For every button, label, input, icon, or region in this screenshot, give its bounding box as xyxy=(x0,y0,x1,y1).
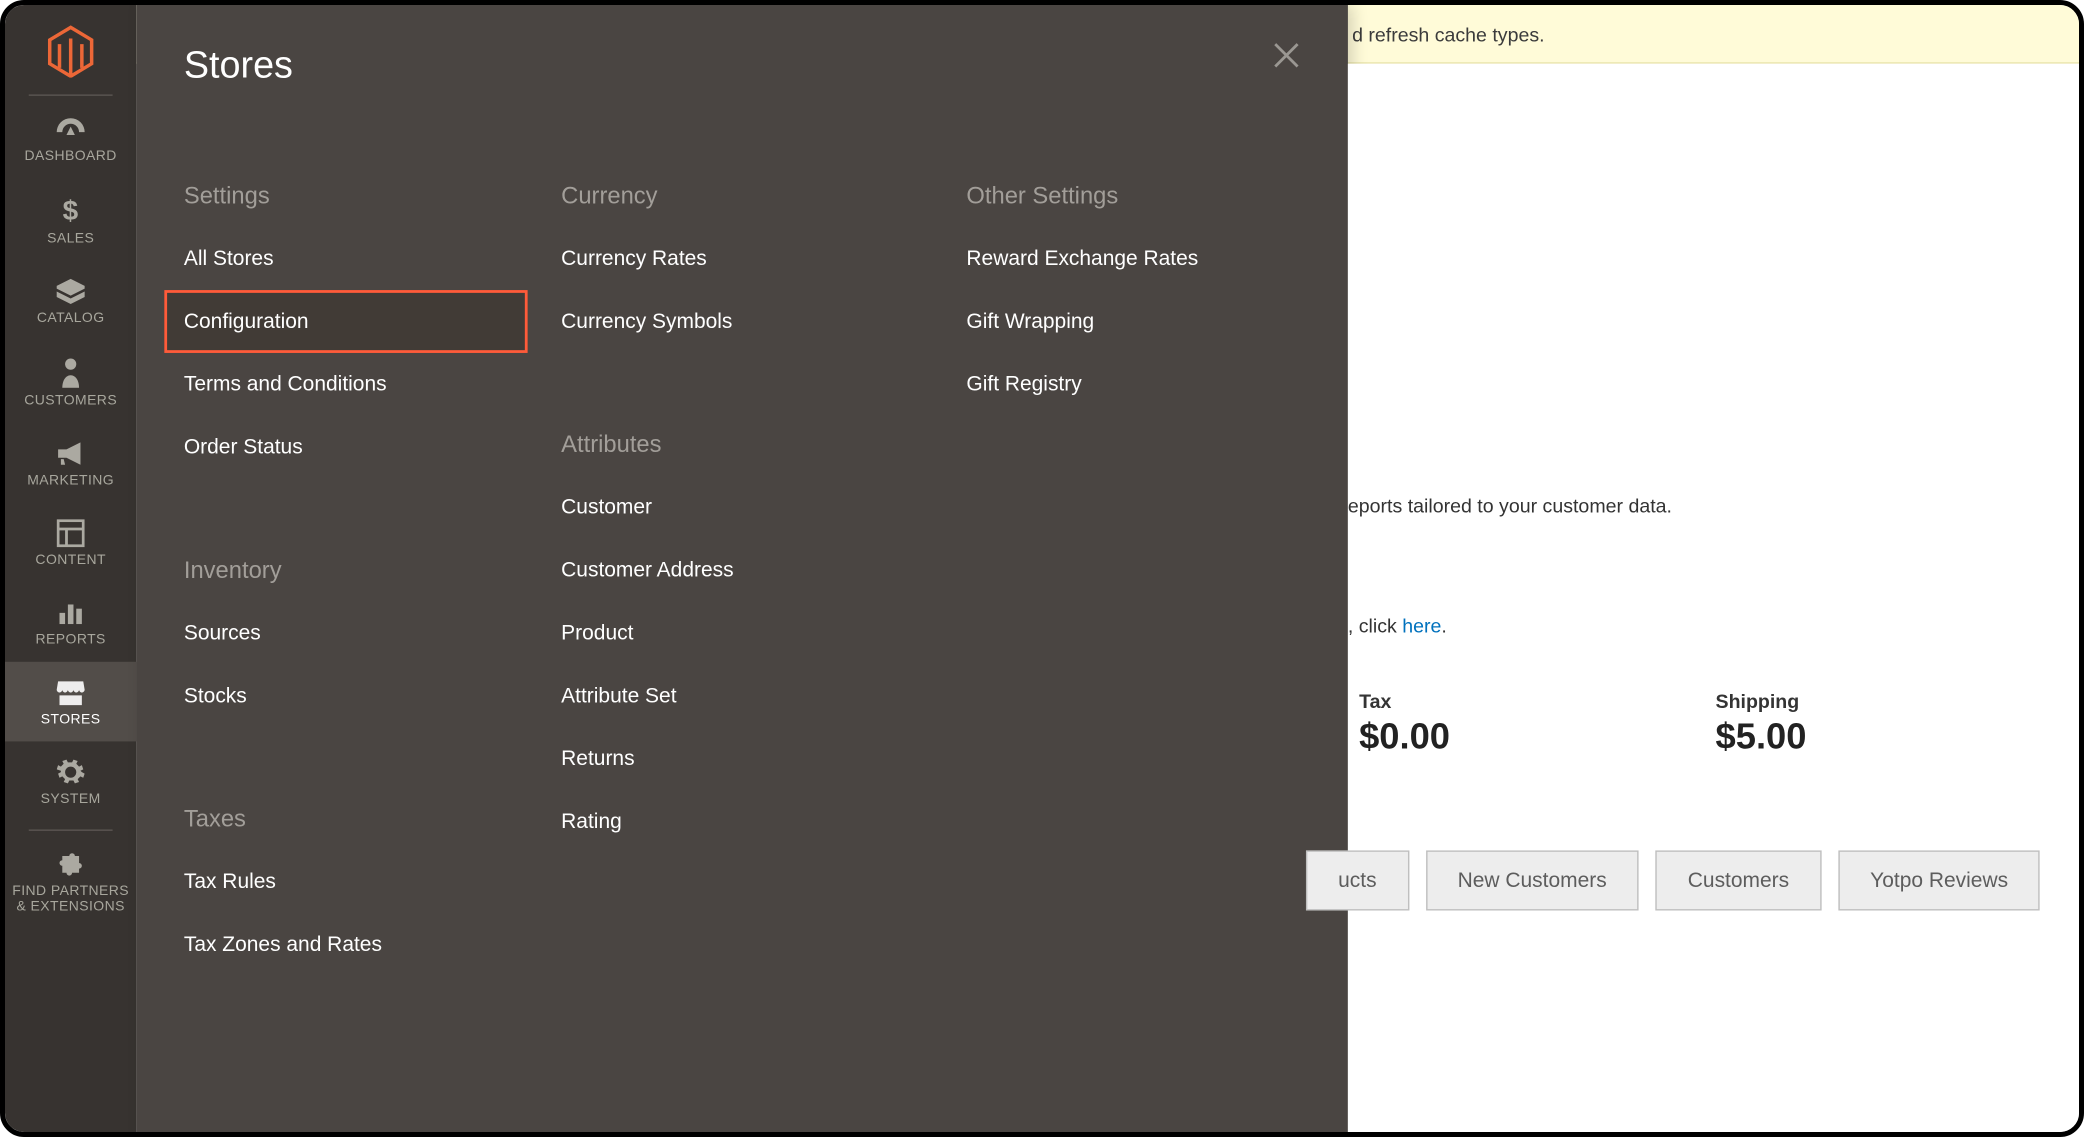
kpi-tax-value: $0.00 xyxy=(1359,712,1450,758)
menu-tax-rules[interactable]: Tax Rules xyxy=(164,850,527,913)
kpi-tax-label: Tax xyxy=(1359,690,1450,712)
flyout-title: Stores xyxy=(136,5,1348,87)
flyout-column-2: Currency Currency Rates Currency Symbols… xyxy=(542,166,947,976)
tab-customers[interactable]: Customers xyxy=(1656,850,1822,910)
here-link[interactable]: here xyxy=(1402,614,1441,636)
group-heading-taxes: Taxes xyxy=(164,789,541,850)
sidebar-item-label: SYSTEM xyxy=(41,792,101,807)
person-icon xyxy=(59,357,81,388)
sidebar-separator xyxy=(29,94,113,95)
sidebar-item-catalog[interactable]: CATALOG xyxy=(5,261,136,341)
sidebar-item-label: FIND PARTNERS & EXTENSIONS xyxy=(12,884,129,915)
menu-all-stores[interactable]: All Stores xyxy=(164,227,527,290)
close-icon xyxy=(1272,41,1300,69)
sidebar-item-customers[interactable]: CUSTOMERS xyxy=(5,340,136,422)
group-heading-inventory: Inventory xyxy=(164,540,541,601)
group-heading-attributes: Attributes xyxy=(542,414,947,475)
svg-text:$: $ xyxy=(63,195,79,226)
dollar-icon: $ xyxy=(58,195,83,226)
sidebar-item-label: CONTENT xyxy=(35,553,105,568)
menu-attr-returns[interactable]: Returns xyxy=(542,727,905,790)
click-period: . xyxy=(1441,614,1446,636)
menu-attr-customer-address[interactable]: Customer Address xyxy=(542,539,905,602)
menu-configuration[interactable]: Configuration xyxy=(164,290,527,353)
sidebar-item-system[interactable]: SYSTEM xyxy=(5,741,136,821)
menu-attr-product[interactable]: Product xyxy=(542,602,905,665)
menu-attr-customer[interactable]: Customer xyxy=(542,476,905,539)
sidebar-item-content[interactable]: CONTENT xyxy=(5,502,136,582)
group-heading-currency: Currency xyxy=(542,166,947,227)
flyout-column-3: Other Settings Reward Exchange Rates Gif… xyxy=(947,166,1352,976)
bars-icon xyxy=(57,599,85,627)
menu-attr-rating[interactable]: Rating xyxy=(542,790,905,853)
click-prefix: , click xyxy=(1348,614,1402,636)
gear-icon xyxy=(57,758,85,786)
megaphone-icon xyxy=(55,440,86,468)
sidebar-item-dashboard[interactable]: DASHBOARD xyxy=(5,99,136,179)
sidebar-item-find-partners[interactable]: FIND PARTNERS & EXTENSIONS xyxy=(5,834,136,929)
sidebar-separator xyxy=(29,829,113,830)
magento-logo-icon[interactable] xyxy=(43,22,99,78)
sidebar-item-stores[interactable]: STORES xyxy=(5,662,136,742)
kpi-shipping-label: Shipping xyxy=(1716,690,1807,712)
reports-text-partial: eports tailored to your customer data. xyxy=(1348,477,2084,516)
dashboard-content-partial: eports tailored to your customer data. ,… xyxy=(1348,64,2084,1137)
admin-sidebar: DASHBOARD $ SALES CATALOG CUSTOMERS MARK… xyxy=(5,5,136,1137)
group-heading-other: Other Settings xyxy=(947,166,1352,227)
sidebar-item-label: SALES xyxy=(47,231,94,246)
close-flyout-button[interactable] xyxy=(1272,41,1300,76)
menu-currency-symbols[interactable]: Currency Symbols xyxy=(542,290,905,353)
sidebar-item-label: STORES xyxy=(41,712,101,727)
menu-stocks[interactable]: Stocks xyxy=(164,665,527,728)
sidebar-item-marketing[interactable]: MARKETING xyxy=(5,423,136,503)
sidebar-item-label: CUSTOMERS xyxy=(24,393,117,408)
tab-products-partial[interactable]: ucts xyxy=(1306,850,1409,910)
menu-attr-attribute-set[interactable]: Attribute Set xyxy=(542,665,905,728)
layout-icon xyxy=(57,519,85,547)
click-here-line: , click here. xyxy=(1348,597,2084,636)
menu-terms-conditions[interactable]: Terms and Conditions xyxy=(164,353,527,416)
kpi-tax: Tax $0.00 xyxy=(1359,690,1450,758)
sidebar-item-label: CATALOG xyxy=(37,311,105,326)
banner-text: d refresh cache types. xyxy=(1352,22,1544,44)
flyout-column-1: Settings All Stores Configuration Terms … xyxy=(136,166,541,976)
menu-sources[interactable]: Sources xyxy=(164,602,527,665)
box-icon xyxy=(55,277,86,305)
tab-yotpo-reviews[interactable]: Yotpo Reviews xyxy=(1838,850,2040,910)
sidebar-item-label: MARKETING xyxy=(27,473,114,488)
sidebar-item-label: REPORTS xyxy=(36,632,106,647)
menu-gift-registry[interactable]: Gift Registry xyxy=(947,353,1310,416)
sidebar-item-sales[interactable]: $ SALES xyxy=(5,178,136,260)
storefront-icon xyxy=(55,679,86,707)
sidebar-item-label: DASHBOARD xyxy=(25,149,117,164)
kpi-shipping: Shipping $5.00 xyxy=(1716,690,1807,758)
tab-new-customers[interactable]: New Customers xyxy=(1425,850,1638,910)
kpi-shipping-value: $5.00 xyxy=(1716,712,1807,758)
menu-currency-rates[interactable]: Currency Rates xyxy=(542,227,905,290)
puzzle-icon xyxy=(57,850,85,878)
sidebar-item-reports[interactable]: REPORTS xyxy=(5,582,136,662)
gauge-icon xyxy=(54,115,88,143)
stores-flyout-panel: Stores Settings All Stores Configuration… xyxy=(136,5,1348,1137)
group-heading-settings: Settings xyxy=(164,166,541,227)
menu-reward-exchange-rates[interactable]: Reward Exchange Rates xyxy=(947,227,1310,290)
menu-tax-zones-rates[interactable]: Tax Zones and Rates xyxy=(164,913,527,976)
menu-gift-wrapping[interactable]: Gift Wrapping xyxy=(947,290,1310,353)
menu-order-status[interactable]: Order Status xyxy=(164,416,527,479)
